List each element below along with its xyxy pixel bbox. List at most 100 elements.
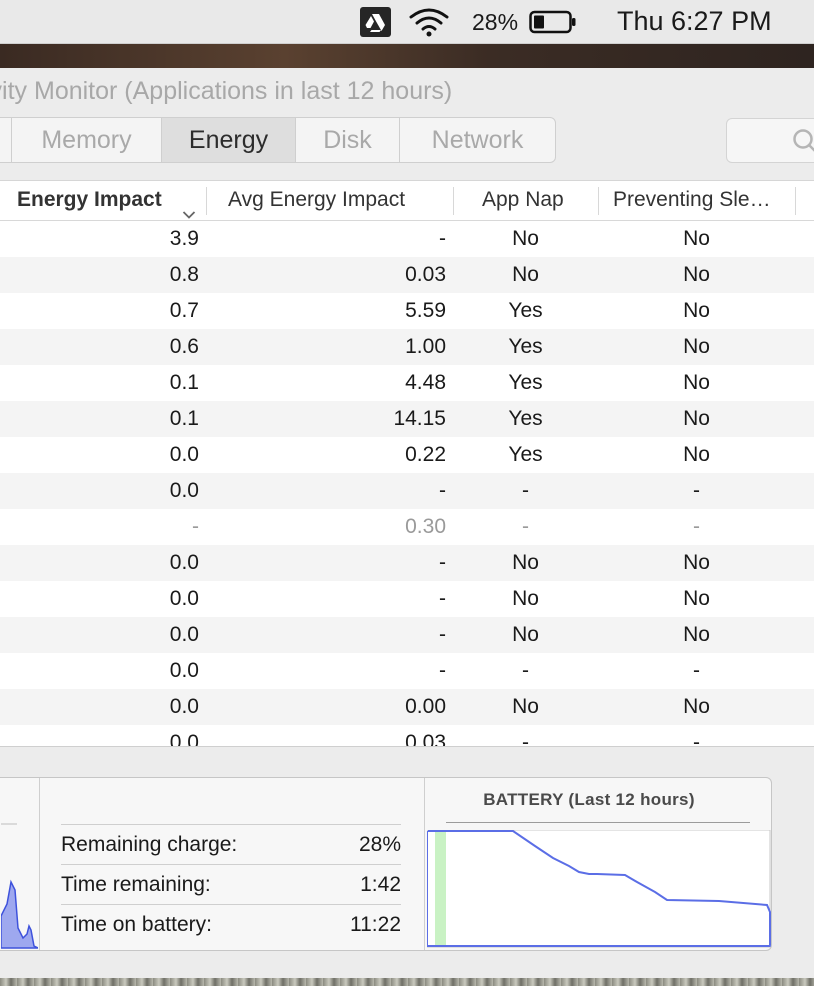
- summary-panel: Remaining charge: 28% Time remaining: 1:…: [0, 777, 772, 951]
- time-remaining-label: Time remaining:: [61, 873, 211, 896]
- preventing-sleep-cell: -: [693, 479, 700, 502]
- battery-title-rule: [446, 822, 750, 823]
- tab-energy[interactable]: Energy: [162, 118, 296, 162]
- tab-disk[interactable]: Disk: [296, 118, 400, 162]
- energy-impact-cell: 0.7: [169, 299, 199, 322]
- preventing-sleep-cell: No: [683, 587, 710, 610]
- avg-energy-impact-cell: 0.00: [405, 695, 446, 718]
- time-remaining-value: 1:42: [360, 873, 401, 896]
- energy-impact-cell: 3.9: [169, 227, 199, 250]
- app-nap-cell: -: [522, 479, 529, 502]
- column-header-app-nap[interactable]: App Nap: [454, 181, 599, 221]
- table-row[interactable]: 0.1 4.48 Yes No: [0, 365, 814, 401]
- battery-percent[interactable]: 28%: [472, 9, 518, 36]
- app-nap-cell: No: [512, 587, 539, 610]
- menubar-clock[interactable]: Thu 6:27 PM: [617, 6, 772, 37]
- energy-impact-cell: 0.1: [169, 407, 199, 430]
- column-header-preventing-sleep[interactable]: Preventing Sle…: [599, 181, 796, 221]
- preventing-sleep-cell: -: [693, 659, 700, 682]
- energy-impact-cell: 0.0: [169, 587, 199, 610]
- avg-energy-impact-cell: -: [439, 659, 446, 682]
- app-nap-cell: -: [522, 659, 529, 682]
- table-row[interactable]: 0.0 - No No: [0, 617, 814, 653]
- app-nap-cell: Yes: [508, 299, 543, 322]
- battery-icon[interactable]: [529, 9, 577, 40]
- energy-impact-cell: 0.0: [169, 659, 199, 682]
- search-input[interactable]: [726, 118, 814, 163]
- avg-energy-impact-cell: 0.22: [405, 443, 446, 466]
- remaining-charge-label: Remaining charge:: [61, 833, 238, 856]
- table-row[interactable]: 0.6 1.00 Yes No: [0, 329, 814, 365]
- table-row[interactable]: 0.0 0.00 No No: [0, 689, 814, 725]
- table-header: Energy Impact Avg Energy Impact App Nap …: [0, 181, 814, 221]
- column-label: App Nap: [482, 188, 564, 211]
- desktop-background: [0, 44, 814, 68]
- column-header-avg-energy-impact[interactable]: Avg Energy Impact: [207, 181, 454, 221]
- table-row[interactable]: 0.7 5.59 Yes No: [0, 293, 814, 329]
- table-row[interactable]: 0.0 0.22 Yes No: [0, 437, 814, 473]
- avg-energy-impact-cell: 4.48: [405, 371, 446, 394]
- preventing-sleep-cell: No: [683, 623, 710, 646]
- app-nap-cell: No: [512, 551, 539, 574]
- preventing-sleep-cell: -: [693, 731, 700, 746]
- preventing-sleep-cell: -: [693, 515, 700, 538]
- battery-graph-title: BATTERY (Last 12 hours): [483, 790, 695, 809]
- energy-impact-cell: 0.0: [169, 551, 199, 574]
- table-row[interactable]: 0.0 - - -: [0, 473, 814, 509]
- time-remaining-row: Time remaining: 1:42: [61, 864, 401, 904]
- wifi-icon[interactable]: [408, 7, 450, 42]
- table-row[interactable]: 0.0 - No No: [0, 545, 814, 581]
- avg-energy-impact-cell: 0.30: [405, 515, 446, 538]
- avg-energy-impact-cell: -: [439, 479, 446, 502]
- tab-bar: Memory Energy Disk Network: [0, 117, 556, 163]
- preventing-sleep-cell: No: [683, 335, 710, 358]
- column-label: Preventing Sle…: [613, 188, 771, 211]
- panel-divider: [39, 778, 40, 950]
- energy-impact-cell: 0.1: [169, 371, 199, 394]
- table-row[interactable]: 0.1 14.15 Yes No: [0, 401, 814, 437]
- energy-impact-cell: 0.8: [169, 263, 199, 286]
- energy-impact-cell: 0.0: [169, 695, 199, 718]
- avg-energy-impact-cell: -: [439, 551, 446, 574]
- avg-energy-impact-cell: 14.15: [393, 407, 446, 430]
- table-row[interactable]: 3.9 - No No: [0, 221, 814, 257]
- chevron-down-icon: [182, 195, 196, 221]
- table-row[interactable]: 0.8 0.03 No No: [0, 257, 814, 293]
- avg-energy-impact-cell: -: [439, 623, 446, 646]
- preventing-sleep-cell: No: [683, 263, 710, 286]
- app-nap-cell: Yes: [508, 443, 543, 466]
- avg-energy-impact-cell: 1.00: [405, 335, 446, 358]
- time-on-battery-value: 11:22: [350, 913, 401, 936]
- column-label: Avg Energy Impact: [228, 188, 406, 211]
- google-drive-icon[interactable]: [360, 7, 391, 37]
- time-on-battery-row: Time on battery: 11:22: [61, 904, 401, 944]
- time-on-battery-label: Time on battery:: [61, 913, 212, 936]
- energy-impact-cell: 0.0: [169, 443, 199, 466]
- preventing-sleep-cell: No: [683, 299, 710, 322]
- panel-divider: [424, 778, 425, 950]
- energy-impact-cell: 0.0: [169, 479, 199, 502]
- app-nap-cell: No: [512, 263, 539, 286]
- summary-area: Remaining charge: 28% Time remaining: 1:…: [0, 746, 814, 978]
- table-row[interactable]: 0.0 - No No: [0, 581, 814, 617]
- table-row[interactable]: 0.0 0.03 - -: [0, 725, 814, 746]
- tab-cpu[interactable]: [0, 118, 12, 162]
- tab-memory[interactable]: Memory: [12, 118, 162, 162]
- tab-network[interactable]: Network: [400, 118, 555, 162]
- app-nap-cell: Yes: [508, 407, 543, 430]
- energy-impact-cell: -: [192, 515, 199, 538]
- app-nap-cell: No: [512, 227, 539, 250]
- preventing-sleep-cell: No: [683, 227, 710, 250]
- title-bar[interactable]: ivity Monitor (Applications in last 12 h…: [0, 68, 814, 116]
- preventing-sleep-cell: No: [683, 407, 710, 430]
- table-row[interactable]: 0.0 - - -: [0, 653, 814, 689]
- table-row[interactable]: - 0.30 - -: [0, 509, 814, 545]
- preventing-sleep-cell: No: [683, 443, 710, 466]
- preventing-sleep-cell: No: [683, 371, 710, 394]
- app-nap-cell: Yes: [508, 371, 543, 394]
- app-nap-cell: No: [512, 623, 539, 646]
- column-header-energy-impact[interactable]: Energy Impact: [0, 181, 207, 221]
- activity-monitor-window: ivity Monitor (Applications in last 12 h…: [0, 68, 814, 978]
- magnifier-icon: [791, 127, 814, 162]
- app-nap-cell: Yes: [508, 335, 543, 358]
